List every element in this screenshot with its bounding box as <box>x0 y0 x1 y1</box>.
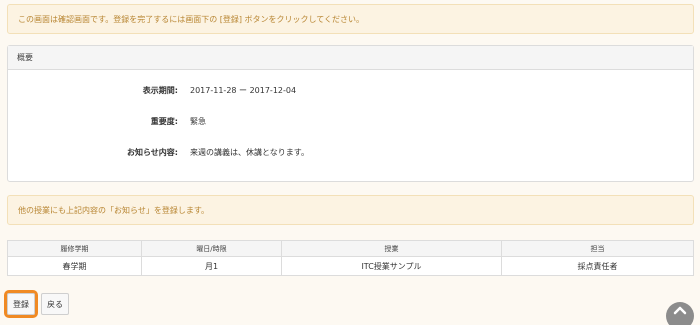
summary-panel: 概要 表示期間: 2017-11-28 ー 2017-12-04 重要度: 緊急… <box>7 45 694 182</box>
cell-instructor: 採点責任者 <box>501 256 694 276</box>
course-table: 履修学期 曜日/時限 授業 担当 春学期 月1 ITC授業サンプル 採点責任者 <box>7 240 694 276</box>
table-row: 春学期 月1 ITC授業サンプル 採点責任者 <box>7 256 694 276</box>
column-header-day-period: 曜日/時限 <box>141 240 282 257</box>
summary-panel-heading: 概要 <box>8 46 693 70</box>
column-header-course: 授業 <box>281 240 502 257</box>
cell-course: ITC授業サンプル <box>281 256 502 276</box>
field-label: 重要度: <box>150 116 178 126</box>
column-header-term: 履修学期 <box>7 240 142 257</box>
field-label: お知らせ内容: <box>126 147 178 157</box>
field-notice-content: お知らせ内容: 来週の講義は、休講となります。 <box>8 146 693 158</box>
cell-term: 春学期 <box>7 256 142 276</box>
field-display-period: 表示期間: 2017-11-28 ー 2017-12-04 <box>8 84 693 96</box>
other-courses-notice-text: 他の授業にも上記内容の「お知らせ」を登録します。 <box>18 205 210 215</box>
field-label: 表示期間: <box>142 85 178 95</box>
field-importance: 重要度: 緊急 <box>8 115 693 127</box>
summary-panel-title: 概要 <box>17 53 33 62</box>
register-button[interactable]: 登録 <box>4 290 38 318</box>
back-button[interactable]: 戻る <box>41 293 69 315</box>
other-courses-notice: 他の授業にも上記内容の「お知らせ」を登録します。 <box>7 195 694 225</box>
confirmation-notice-text: この画面は確認画面です。登録を完了するには画面下の [登録] ボタンをクリックし… <box>18 14 365 24</box>
confirmation-notice: この画面は確認画面です。登録を完了するには画面下の [登録] ボタンをクリックし… <box>7 4 694 34</box>
scroll-to-top-button[interactable] <box>666 302 694 325</box>
field-value: 2017-11-28 ー 2017-12-04 <box>190 85 297 95</box>
cell-day-period: 月1 <box>141 256 282 276</box>
column-header-instructor: 担当 <box>501 240 694 257</box>
field-value: 来週の講義は、休講となります。 <box>190 147 309 157</box>
field-value: 緊急 <box>190 116 206 126</box>
chevron-up-icon <box>673 306 687 315</box>
table-header-row: 履修学期 曜日/時限 授業 担当 <box>7 240 694 257</box>
